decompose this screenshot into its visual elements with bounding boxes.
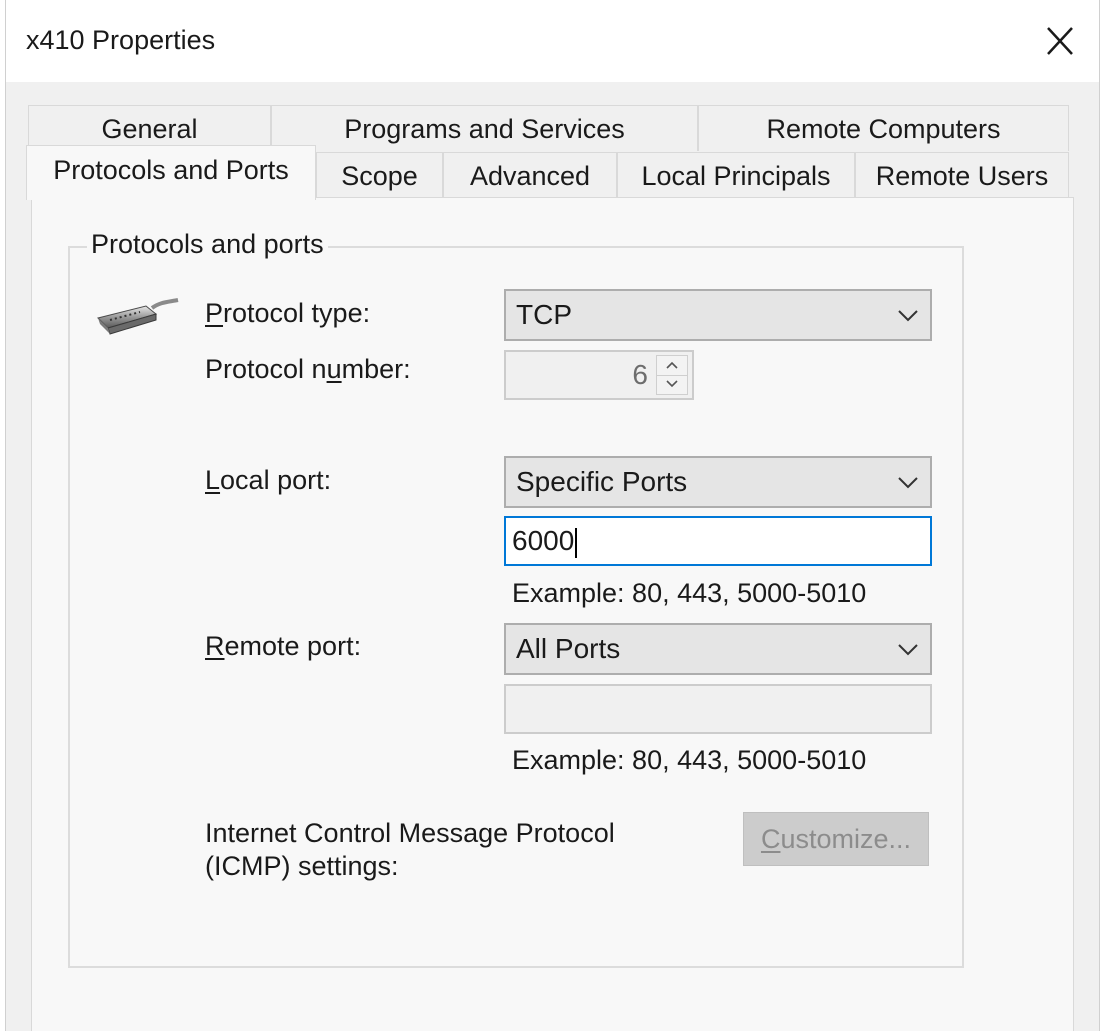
chevron-down-icon [898, 310, 918, 322]
stepper-down-icon[interactable] [657, 375, 687, 394]
tab-protocols-and-ports[interactable]: Protocols and Ports [26, 145, 316, 200]
group-title: Protocols and ports [87, 229, 328, 260]
chevron-down-icon [898, 644, 918, 656]
protocol-number-label: Protocol number: [205, 354, 411, 384]
protocol-type-label: Protocol type: [205, 298, 371, 328]
remote-port-label: Remote port: [205, 631, 362, 661]
window-title: x410 Properties [26, 25, 216, 55]
stepper-arrows [656, 355, 688, 395]
tab-scope[interactable]: Scope [316, 152, 443, 198]
tab-remote-computers[interactable]: Remote Computers [698, 105, 1069, 151]
local-port-dropdown[interactable]: Specific Ports [504, 456, 932, 508]
tab-local-principals[interactable]: Local Principals [617, 152, 855, 198]
tab-remote-users[interactable]: Remote Users [855, 152, 1069, 198]
local-port-label: Local port: [205, 465, 332, 495]
remote-port-input[interactable] [504, 684, 932, 734]
icmp-label-line1: Internet Control Message Protocol [205, 818, 615, 848]
tab-advanced[interactable]: Advanced [443, 152, 617, 198]
protocol-type-dropdown[interactable]: TCP [504, 289, 932, 341]
local-port-example: Example: 80, 443, 5000-5010 [512, 578, 867, 608]
tab-programs-and-services[interactable]: Programs and Services [271, 105, 698, 151]
close-icon[interactable] [1036, 20, 1084, 64]
properties-dialog: x410 Properties General Programs and Ser… [5, 0, 1100, 1031]
text-cursor [575, 527, 578, 558]
remote-port-example: Example: 80, 443, 5000-5010 [512, 745, 867, 775]
customize-button[interactable]: Customize... [743, 812, 929, 866]
serial-cable-icon [94, 296, 180, 340]
icmp-label-line2: (ICMP) settings: [205, 851, 399, 881]
remote-port-selection: All Ports [516, 633, 621, 664]
protocols-and-ports-panel: Protocols and ports Protocol type: TCP P… [31, 197, 1074, 1031]
protocol-number-stepper[interactable]: 6 [504, 350, 694, 400]
local-port-input[interactable]: 6000 [504, 516, 932, 566]
protocol-type-value: TCP [516, 299, 572, 330]
chevron-down-icon [898, 477, 918, 489]
local-port-selection: Specific Ports [516, 466, 688, 497]
protocol-number-value: 6 [632, 359, 648, 390]
remote-port-dropdown[interactable]: All Ports [504, 623, 932, 675]
stepper-up-icon[interactable] [657, 356, 687, 376]
